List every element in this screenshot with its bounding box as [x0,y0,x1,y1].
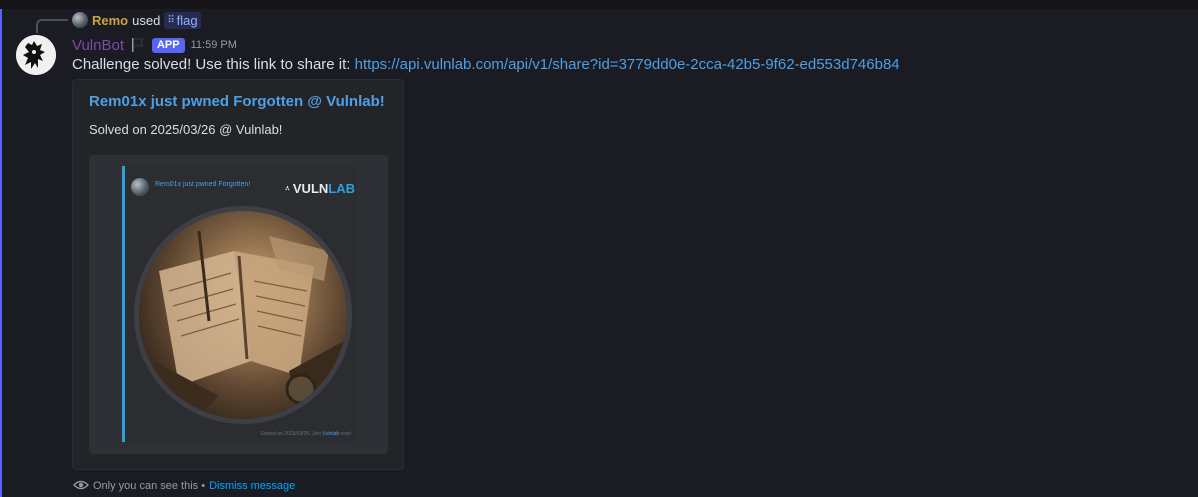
card-title: Rem01x just pwned Forgotten! [155,181,251,188]
card-footer-prefix: Solved on 2025/03/26. Join [260,431,323,437]
flag-icon [130,37,146,53]
card-avatar [131,178,149,196]
logo-prefix: VULN [292,180,329,196]
logo-suffix: LAB [328,180,355,196]
reply-used-label: used [132,12,161,28]
slash-command-name: flag [176,12,198,28]
vulnlab-logo: VULNLAB [285,176,355,200]
interaction-reference: Remo used ⠿ flag [72,11,201,29]
app-badge: APP [151,37,185,53]
bot-avatar[interactable] [16,35,56,75]
reply-connector [36,19,68,33]
eye-icon [73,478,89,495]
dismiss-message-link[interactable]: Dismiss message [209,480,295,492]
slash-command[interactable]: ⠿ flag [164,11,201,29]
vulnlab-logo-text: VULNLAB [293,181,355,196]
top-bar [0,0,1198,9]
card-footer-link: Vulnlab [322,431,340,437]
reply-username[interactable]: Remo [92,13,128,28]
ephemeral-highlight-bar [0,9,2,497]
embed-title[interactable]: Rem01x just pwned Forgotten @ Vulnlab! [89,93,385,110]
command-grid-icon: ⠿ [167,14,174,26]
machine-artwork [134,206,352,424]
embed-image[interactable]: Rem01x just pwned Forgotten! VULNLAB Sol… [89,155,388,454]
embed-description: Solved on 2025/03/26 @ Vulnlab! [89,122,283,137]
ephemeral-notice: Only you can see this • Dismiss message [73,479,295,493]
embed-card: Rem01x just pwned Forgotten @ Vulnlab! S… [72,79,404,470]
card-footer-suffix: now! [339,431,351,437]
ephemeral-text: Only you can see this • [93,480,206,492]
message-header: VulnBot APP 11:59 PM [72,35,237,55]
message-timestamp[interactable]: 11:59 PM [191,39,237,51]
bot-username[interactable]: VulnBot [72,37,124,54]
share-link[interactable]: https://api.vulnlab.com/api/v1/share?id=… [355,56,900,73]
message-text: Challenge solved! Use this link to share… [72,56,355,73]
vulnlab-logo-icon [285,185,290,191]
card-footer: Solved on 2025/03/26. Join Vulnlab now! [261,431,351,437]
message-content: Challenge solved! Use this link to share… [72,56,900,73]
share-card: Rem01x just pwned Forgotten! VULNLAB Sol… [122,166,357,442]
reply-user-avatar[interactable] [72,12,88,28]
